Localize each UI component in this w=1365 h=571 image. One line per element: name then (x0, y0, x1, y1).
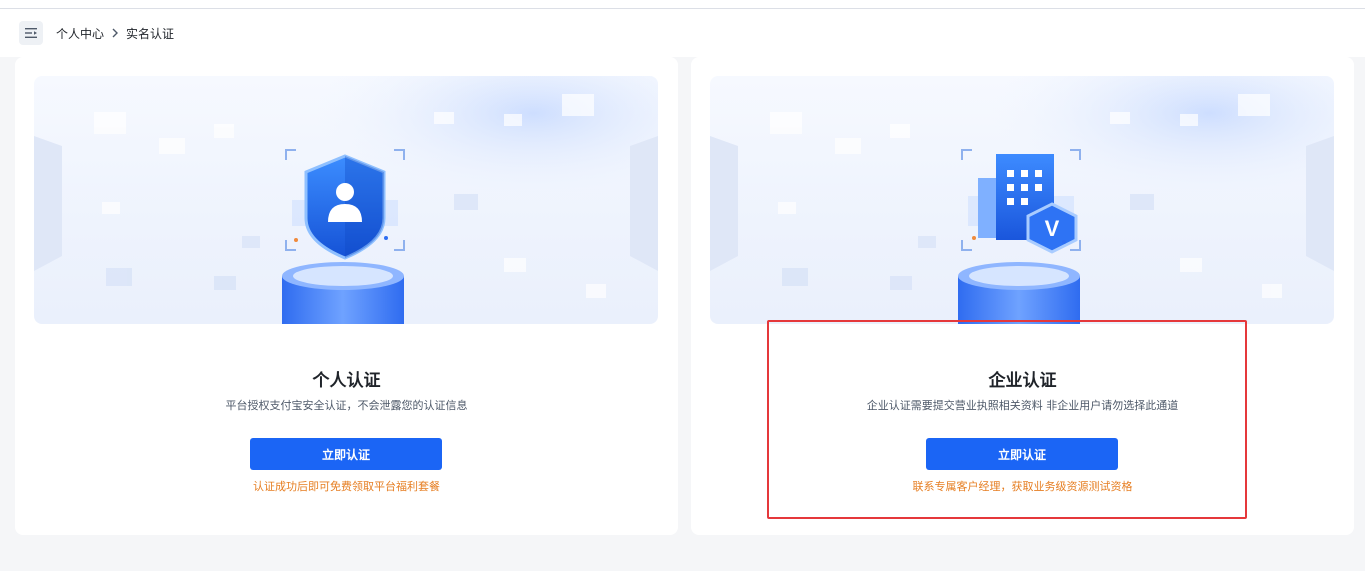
enterprise-auth-title: 企业认证 (988, 371, 1057, 391)
chevron-right-icon (111, 28, 119, 38)
breadcrumb-personal-center[interactable]: 个人中心 (56, 25, 104, 42)
enterprise-auth-button[interactable]: 立即认证 (926, 438, 1118, 470)
personal-auth-note: 认证成功后即可免费领取平台福利套餐 (253, 480, 440, 493)
enterprise-auth-card: V 企业认证 企业认证需要提交营业执照相关资料 非企业用户请勿选择此通道 立即认… (691, 57, 1354, 535)
window-top-strip (0, 0, 1365, 9)
enterprise-auth-illustration: V (710, 76, 1334, 324)
enterprise-auth-note: 联系专属客户经理，获取业务级资源测试资格 (912, 480, 1133, 493)
personal-auth-title: 个人认证 (312, 371, 381, 391)
svg-text:V: V (1045, 216, 1060, 241)
breadcrumb-bar: 个人中心 实名认证 (0, 9, 1365, 57)
personal-auth-illustration (34, 76, 658, 324)
personal-auth-description: 平台授权支付宝安全认证，不会泄露您的认证信息 (225, 399, 468, 412)
personal-auth-button[interactable]: 立即认证 (250, 438, 442, 470)
personal-auth-card: 个人认证 平台授权支付宝安全认证，不会泄露您的认证信息 立即认证 认证成功后即可… (15, 57, 678, 535)
breadcrumb-real-name-auth: 实名认证 (126, 26, 175, 41)
enterprise-auth-description: 企业认证需要提交营业执照相关资料 非企业用户请勿选择此通道 (866, 399, 1179, 412)
menu-toggle-icon[interactable] (19, 21, 43, 45)
